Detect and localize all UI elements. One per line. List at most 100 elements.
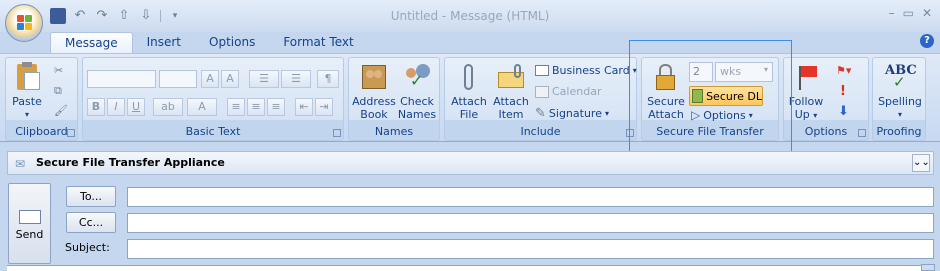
ribbon-tabs: Message Insert Options Format Text xyxy=(50,32,368,54)
message-window: Untitled - Message (HTML) ↶ ↷ ⇧ ⇩ ▾ – ▭ … xyxy=(0,0,940,271)
expiry-unit-select[interactable]: wks ▾ xyxy=(715,62,773,82)
grow-font-icon[interactable]: A xyxy=(201,70,219,88)
tab-options[interactable]: Options xyxy=(195,32,269,54)
scrollbar-button[interactable] xyxy=(921,264,935,271)
highlight-icon[interactable]: ab xyxy=(153,98,183,116)
group-label: Secure File Transfer xyxy=(656,125,764,138)
cc-field[interactable] xyxy=(127,213,934,233)
business-card-icon xyxy=(535,65,549,76)
paperclip-icon xyxy=(454,62,484,92)
font-name-combo[interactable] xyxy=(87,70,156,88)
address-book-icon xyxy=(359,62,389,92)
quick-access-toolbar: ↶ ↷ ⇧ ⇩ ▾ xyxy=(50,8,183,24)
options-arrow-icon: ▷ xyxy=(691,108,701,122)
group-basic-text: A A ☰ ☰ ¶ B I U ab A ≡ ≡ ≡ ⇤ ⇥ Basic Tex… xyxy=(82,57,344,141)
tab-insert[interactable]: Insert xyxy=(133,32,195,54)
chevron-down-icon: ▾ xyxy=(763,65,768,74)
close-icon[interactable]: ✕ xyxy=(922,6,932,20)
address-book-button[interactable]: Address Book xyxy=(352,62,396,121)
business-card-button[interactable]: Business Card ▾ xyxy=(535,64,637,77)
font-color-icon[interactable]: A xyxy=(187,98,217,116)
attach-file-button[interactable]: Attach File xyxy=(449,62,489,121)
minimize-icon[interactable]: – xyxy=(889,6,895,20)
subject-label: Subject: xyxy=(65,241,110,254)
group-secure-file-transfer: Secure Attach 2 wks ▾ Secure DL ▷ Option… xyxy=(641,57,779,141)
redo-icon[interactable]: ↷ xyxy=(94,8,110,24)
secure-attach-button[interactable]: Secure Attach xyxy=(646,62,686,121)
group-label: Basic Text xyxy=(185,125,241,138)
customize-qat-icon[interactable]: ▾ xyxy=(167,8,183,24)
attach-item-button[interactable]: Attach Item xyxy=(491,62,531,121)
save-icon[interactable] xyxy=(50,8,66,24)
office-logo-icon xyxy=(17,15,33,31)
group-label: Names xyxy=(374,125,414,138)
to-button[interactable]: To... xyxy=(66,186,116,207)
format-painter-icon[interactable]: 🖌 xyxy=(54,104,68,117)
font-size-combo[interactable] xyxy=(159,70,197,88)
italic-icon[interactable]: I xyxy=(107,98,125,116)
check-names-button[interactable]: ✓ Check Names xyxy=(396,62,438,121)
dialog-launcher-icon[interactable] xyxy=(67,129,75,137)
calendar-button: Calendar xyxy=(535,85,601,98)
bold-icon[interactable]: B xyxy=(87,98,105,116)
send-button[interactable]: Send xyxy=(8,183,51,264)
styles-icon[interactable]: ¶ xyxy=(317,70,339,88)
low-importance-icon[interactable]: ⬇ xyxy=(838,104,849,119)
lock-icon xyxy=(651,62,681,92)
align-left-icon[interactable]: ≡ xyxy=(227,98,245,116)
office-button[interactable] xyxy=(5,4,43,42)
options-button[interactable]: ▷ Options ▾ xyxy=(691,108,753,122)
tab-message[interactable]: Message xyxy=(50,32,133,54)
message-body[interactable] xyxy=(7,265,934,271)
undo-icon[interactable]: ↶ xyxy=(72,8,88,24)
down-arrow-icon[interactable]: ⇩ xyxy=(138,8,154,24)
secure-dl-button[interactable]: Secure DL xyxy=(689,86,763,106)
underline-icon[interactable]: U xyxy=(127,98,145,116)
spelling-icon: ABC ✓ xyxy=(885,63,917,91)
group-clipboard: Paste ▾ ✂ ⧉ 🖌 Clipboard xyxy=(5,57,78,141)
title-bar: Untitled - Message (HTML) ↶ ↷ ⇧ ⇩ ▾ – ▭ … xyxy=(0,0,940,32)
signature-button[interactable]: ✎ Signature ▾ xyxy=(535,106,609,121)
dialog-launcher-icon[interactable] xyxy=(858,129,866,137)
message-header: Send To... Cc... Subject: xyxy=(7,181,934,267)
follow-up-button[interactable]: Follow Up ▾ xyxy=(786,62,826,122)
to-field[interactable] xyxy=(127,187,934,207)
numbering-icon[interactable]: ☰ xyxy=(281,70,311,88)
high-importance-icon[interactable]: ! xyxy=(840,84,846,99)
cut-icon[interactable]: ✂ xyxy=(54,64,63,77)
shrink-font-icon[interactable]: A xyxy=(221,70,239,88)
expiry-value-field[interactable]: 2 xyxy=(689,62,713,82)
maximize-icon[interactable]: ▭ xyxy=(903,6,914,20)
subject-field[interactable] xyxy=(127,239,934,259)
message-flag-icon[interactable]: ⚑▾ xyxy=(836,64,851,77)
group-include: Attach File Attach Item Business Card ▾ … xyxy=(444,57,637,141)
chevron-down-icon: ▾ xyxy=(748,110,753,120)
decrease-indent-icon[interactable]: ⇤ xyxy=(295,98,313,116)
dialog-launcher-icon[interactable] xyxy=(333,129,341,137)
spelling-button[interactable]: ABC ✓ Spelling ▾ xyxy=(875,62,925,121)
align-center-icon[interactable]: ≡ xyxy=(247,98,265,116)
collapse-icon[interactable]: ⌄⌄ xyxy=(912,154,930,172)
help-icon[interactable]: ? xyxy=(920,34,934,48)
signature-icon: ✎ xyxy=(535,106,546,121)
infobar-text: Secure File Transfer Appliance xyxy=(36,156,225,169)
dialog-launcher-icon[interactable] xyxy=(626,129,634,137)
increase-indent-icon[interactable]: ⇥ xyxy=(315,98,333,116)
up-arrow-icon[interactable]: ⇧ xyxy=(116,8,132,24)
secure-file-transfer-bar: ✉ Secure File Transfer Appliance ⌄⌄ xyxy=(7,151,934,175)
bullets-icon[interactable]: ☰ xyxy=(249,70,279,88)
chevron-down-icon: ▾ xyxy=(24,110,29,119)
align-right-icon[interactable]: ≡ xyxy=(267,98,285,116)
window-controls: – ▭ ✕ xyxy=(889,6,932,20)
cc-button[interactable]: Cc... xyxy=(66,212,116,233)
group-proofing: ABC ✓ Spelling ▾ Proofing xyxy=(872,57,926,141)
calendar-icon xyxy=(535,85,549,98)
tab-format-text[interactable]: Format Text xyxy=(269,32,367,54)
envelope-clip-icon xyxy=(496,62,526,92)
paste-button[interactable]: Paste ▾ xyxy=(10,62,44,121)
chevron-down-icon: ▾ xyxy=(897,110,902,119)
check-names-icon: ✓ xyxy=(402,62,432,92)
paste-icon xyxy=(12,62,42,92)
copy-icon[interactable]: ⧉ xyxy=(54,84,62,98)
qat-separator xyxy=(160,10,161,22)
